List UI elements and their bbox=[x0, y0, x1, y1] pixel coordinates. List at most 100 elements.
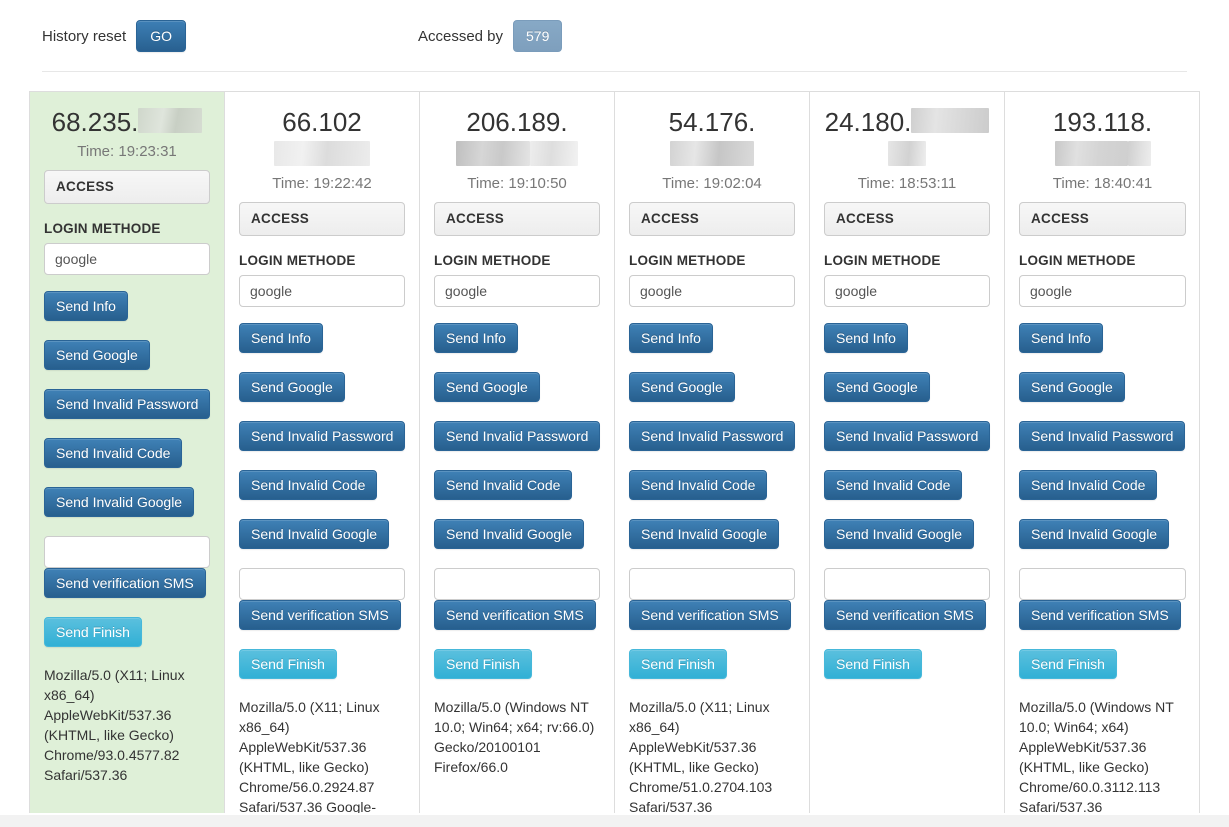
sms-code-input[interactable] bbox=[824, 568, 990, 600]
sms-code-input[interactable] bbox=[629, 568, 795, 600]
ip-redaction bbox=[1054, 140, 1128, 166]
ip-address: 68.235. bbox=[44, 106, 210, 139]
login-method-input[interactable] bbox=[629, 275, 795, 307]
login-method-label: LOGIN METHODE bbox=[824, 253, 941, 268]
send-invalid-google-button[interactable]: Send Invalid Google bbox=[44, 486, 195, 517]
send-invalid-google-button[interactable]: Send Invalid Google bbox=[629, 519, 780, 549]
login-method-label: LOGIN METHODE bbox=[44, 220, 161, 236]
sms-code-input[interactable] bbox=[44, 535, 210, 568]
send-info-button[interactable]: Send Info bbox=[434, 323, 518, 353]
login-method-label: LOGIN METHODE bbox=[629, 253, 746, 268]
send-finish-button[interactable]: Send Finish bbox=[44, 616, 142, 647]
send-verification-sms-button[interactable]: Send verification SMS bbox=[629, 600, 791, 630]
ip-address: 206.189. bbox=[434, 106, 600, 171]
send-invalid-code-button[interactable]: Send Invalid Code bbox=[44, 437, 183, 468]
ip-prefix: 66.102 bbox=[282, 107, 362, 137]
send-google-button[interactable]: Send Google bbox=[44, 339, 150, 370]
ip-prefix: 54.176. bbox=[668, 107, 756, 137]
send-google-button[interactable]: Send Google bbox=[629, 372, 735, 402]
send-google-button[interactable]: Send Google bbox=[434, 372, 540, 402]
ip-redaction bbox=[911, 108, 990, 133]
session-panel[interactable]: 193.118. Time: 18:40:41 ACCESS LOGIN MET… bbox=[1005, 92, 1199, 813]
session-panel[interactable]: 66.102 Time: 19:22:42 ACCESS LOGIN METHO… bbox=[225, 92, 420, 813]
ip-address: 24.180. bbox=[824, 106, 990, 171]
send-invalid-code-button[interactable]: Send Invalid Code bbox=[239, 470, 378, 500]
session-panel[interactable]: 68.235. Time: 19:23:31 ACCESS LOGIN METH… bbox=[30, 92, 225, 813]
login-method-input[interactable] bbox=[824, 275, 990, 307]
send-invalid-code-button[interactable]: Send Invalid Code bbox=[434, 470, 573, 500]
send-invalid-password-button[interactable]: Send Invalid Password bbox=[1019, 421, 1186, 451]
send-info-button[interactable]: Send Info bbox=[1019, 323, 1103, 353]
send-info-button[interactable]: Send Info bbox=[239, 323, 323, 353]
access-time: Time: 18:53:11 bbox=[857, 175, 957, 192]
send-verification-sms-button[interactable]: Send verification SMS bbox=[434, 600, 596, 630]
access-button[interactable]: ACCESS bbox=[434, 202, 600, 236]
send-verification-sms-button[interactable]: Send verification SMS bbox=[44, 567, 206, 598]
ip-address: 66.102 bbox=[239, 106, 405, 171]
go-button[interactable]: GO bbox=[136, 20, 186, 52]
access-time: Time: 19:02:04 bbox=[662, 175, 762, 192]
login-method-input[interactable] bbox=[1019, 275, 1186, 307]
access-time: Time: 18:40:41 bbox=[1052, 175, 1153, 192]
session-panel[interactable]: 24.180. Time: 18:53:11 ACCESS LOGIN METH… bbox=[810, 92, 1005, 813]
sms-code-input[interactable] bbox=[1019, 568, 1186, 600]
send-invalid-google-button[interactable]: Send Invalid Google bbox=[1019, 519, 1170, 549]
history-reset-group: History reset GO bbox=[42, 20, 186, 52]
history-reset-label: History reset bbox=[42, 27, 127, 45]
send-google-button[interactable]: Send Google bbox=[824, 372, 930, 402]
ip-redaction bbox=[456, 140, 530, 166]
send-verification-sms-button[interactable]: Send verification SMS bbox=[1019, 600, 1181, 630]
send-finish-button[interactable]: Send Finish bbox=[1019, 649, 1117, 679]
send-info-button[interactable]: Send Info bbox=[824, 323, 908, 353]
user-agent-text: Mozilla/5.0 (X11; Linux x86_64) AppleWeb… bbox=[239, 699, 380, 813]
login-method-label: LOGIN METHODE bbox=[434, 253, 551, 268]
ip-address: 193.118. bbox=[1019, 106, 1186, 171]
send-verification-sms-button[interactable]: Send verification SMS bbox=[824, 600, 986, 630]
send-invalid-password-button[interactable]: Send Invalid Password bbox=[629, 421, 796, 451]
send-invalid-google-button[interactable]: Send Invalid Google bbox=[434, 519, 585, 549]
session-panel-grid: 68.235. Time: 19:23:31 ACCESS LOGIN METH… bbox=[29, 91, 1200, 813]
send-finish-button[interactable]: Send Finish bbox=[434, 649, 532, 679]
login-method-input[interactable] bbox=[434, 275, 600, 307]
accessed-by-label: Accessed by bbox=[417, 27, 504, 45]
send-google-button[interactable]: Send Google bbox=[1019, 372, 1125, 402]
user-agent-text: Mozilla/5.0 (X11; Linux x86_64) AppleWeb… bbox=[44, 666, 185, 783]
ip-prefix: 68.235. bbox=[51, 107, 139, 137]
access-button[interactable]: ACCESS bbox=[44, 169, 210, 204]
accessed-by-count-badge[interactable]: 579 bbox=[513, 20, 563, 52]
login-method-input[interactable] bbox=[44, 242, 210, 275]
send-invalid-password-button[interactable]: Send Invalid Password bbox=[44, 388, 211, 419]
send-verification-sms-button[interactable]: Send verification SMS bbox=[239, 600, 401, 630]
sms-code-input[interactable] bbox=[434, 568, 600, 600]
send-invalid-password-button[interactable]: Send Invalid Password bbox=[824, 421, 991, 451]
access-button[interactable]: ACCESS bbox=[1019, 202, 1186, 236]
ip-address: 54.176. bbox=[629, 106, 795, 171]
sms-code-input[interactable] bbox=[239, 568, 405, 600]
send-invalid-password-button[interactable]: Send Invalid Password bbox=[239, 421, 406, 451]
ip-prefix: 24.180. bbox=[824, 107, 912, 137]
send-info-button[interactable]: Send Info bbox=[629, 323, 713, 353]
send-invalid-code-button[interactable]: Send Invalid Code bbox=[629, 470, 768, 500]
send-finish-button[interactable]: Send Finish bbox=[629, 649, 727, 679]
send-info-button[interactable]: Send Info bbox=[44, 290, 128, 321]
send-google-button[interactable]: Send Google bbox=[239, 372, 345, 402]
access-button[interactable]: ACCESS bbox=[629, 202, 795, 236]
login-method-input[interactable] bbox=[239, 275, 405, 307]
access-button[interactable]: ACCESS bbox=[824, 202, 990, 236]
send-finish-button[interactable]: Send Finish bbox=[239, 649, 337, 679]
access-button[interactable]: ACCESS bbox=[239, 202, 405, 236]
send-invalid-google-button[interactable]: Send Invalid Google bbox=[824, 519, 975, 549]
user-agent-text: Mozilla/5.0 (X11; Linux x86_64) AppleWeb… bbox=[629, 699, 773, 813]
login-method-label: LOGIN METHODE bbox=[1019, 253, 1136, 268]
session-panel[interactable]: 206.189. Time: 19:10:50 ACCESS LOGIN MET… bbox=[420, 92, 615, 813]
session-panel[interactable]: 54.176. Time: 19:02:04 ACCESS LOGIN METH… bbox=[615, 92, 810, 813]
send-invalid-password-button[interactable]: Send Invalid Password bbox=[434, 421, 601, 451]
send-invalid-code-button[interactable]: Send Invalid Code bbox=[824, 470, 963, 500]
send-finish-button[interactable]: Send Finish bbox=[824, 649, 922, 679]
ip-redaction bbox=[888, 140, 926, 166]
ip-redaction bbox=[530, 140, 578, 166]
send-invalid-code-button[interactable]: Send Invalid Code bbox=[1019, 470, 1158, 500]
page-bottom-strip bbox=[0, 815, 1229, 827]
send-invalid-google-button[interactable]: Send Invalid Google bbox=[239, 519, 390, 549]
ip-redaction bbox=[670, 140, 754, 166]
